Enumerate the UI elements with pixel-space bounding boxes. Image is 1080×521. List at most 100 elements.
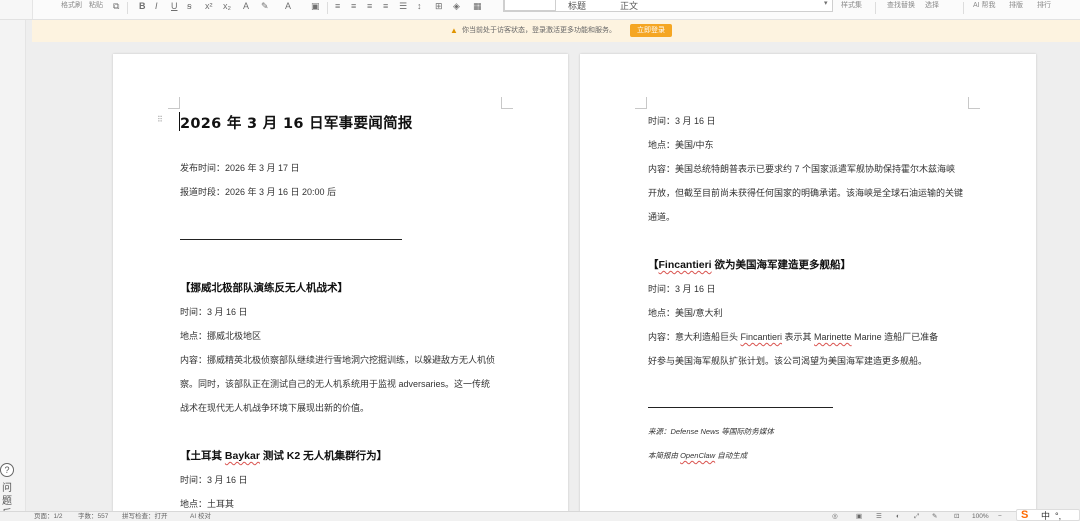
underline-icon[interactable]: U [171, 0, 178, 12]
section-content-line[interactable]: 内容：意大利造船巨头 Fincantieri 表示其 Marinette Mar… [648, 331, 938, 343]
subscript-icon[interactable]: x₂ [223, 0, 231, 12]
document-page-2[interactable]: 时间：3 月 16 日 地点：美国/中东 内容：美国总统特朗普表示已要求约 7 … [580, 54, 1036, 514]
document-page-1[interactable]: ⠿ 2026 年 3 月 16 日军事要闻简报 发布时间：2026 年 3 月 … [113, 54, 568, 514]
char-shading-icon[interactable]: ▣ [311, 0, 320, 12]
section-place[interactable]: 地点：美国/意大利 [648, 307, 723, 319]
eye-icon[interactable]: ◎ [832, 512, 838, 521]
guest-notice-bar: ▲ 你当前处于访客状态，登录激活更多功能和服务。 立即登录 [32, 20, 1080, 42]
ribbon-separator [875, 2, 876, 14]
section-content-line[interactable]: 通道。 [648, 211, 675, 223]
section-heading[interactable]: 【土耳其 Baykar 测试 K2 无人机集群行为】 [180, 450, 387, 463]
publish-time[interactable]: 发布时间：2026 年 3 月 17 日 [180, 162, 300, 174]
ai-assistant-button[interactable]: AI 帮我 [973, 1, 996, 11]
sort-button[interactable]: 排行 [1037, 1, 1051, 11]
section-time[interactable]: 时间：3 月 16 日 [648, 115, 716, 127]
shading-icon[interactable]: ◈ [453, 0, 460, 12]
bold-icon[interactable]: B [139, 0, 146, 12]
section-content-line[interactable]: 战术在现代无人机战争环境下展现出新的价值。 [180, 402, 369, 414]
distributed-icon[interactable]: ☰ [399, 0, 407, 12]
style-heading-preview[interactable]: 标题 [568, 0, 586, 12]
brand-name: Baykar [224, 450, 260, 462]
full-screen-icon[interactable]: ⤢ [914, 512, 919, 521]
section-time[interactable]: 时间：3 月 16 日 [648, 283, 716, 295]
pen-icon[interactable]: ✎ [932, 512, 937, 521]
zoom-level[interactable]: 100% [972, 512, 989, 521]
chevron-down-icon[interactable]: ▾ [824, 0, 828, 10]
paste-button[interactable]: 粘贴 [89, 1, 103, 11]
align-center-icon[interactable]: ≡ [351, 0, 356, 12]
margin-corner-mark [168, 97, 180, 109]
sogou-logo-icon: S [1021, 509, 1029, 521]
section-heading[interactable]: 【挪威北极部队演练反无人机战术】 [180, 282, 348, 295]
font-color-icon[interactable]: A [285, 0, 291, 12]
text-effect-icon[interactable]: A [243, 0, 249, 12]
format-painter-button[interactable]: 格式刷 [61, 1, 82, 11]
brand-name: OpenClaw [680, 451, 716, 460]
content-text: 表示其 [782, 332, 815, 342]
heading-text: 欲为美国海军建造更多舰船】 [711, 259, 852, 271]
ribbon-inner: 格式刷 粘贴 ⧉ B I U ꞩ x² x₂ A ✎ A ▣ ≡ ≡ ≡ ≡ ☰… [32, 0, 1080, 19]
zoom-out-icon[interactable]: − [998, 512, 1002, 521]
style-gallery[interactable]: 标题 正文 ▾ [503, 0, 833, 12]
help-icon[interactable]: ? [0, 463, 14, 477]
italic-icon[interactable]: I [155, 0, 158, 12]
ribbon-toolbar: 格式刷 粘贴 ⧉ B I U ꞩ x² x₂ A ✎ A ▣ ≡ ≡ ≡ ≡ ☰… [0, 0, 1080, 20]
status-bar: 页面：1/2 字数：557 拼写检查：打开 AI 校对 ◎ ▣ ☰ ◐ ⤢ ✎ … [0, 511, 1080, 521]
table-icon[interactable]: ⊞ [435, 0, 443, 12]
heading-text: 【土耳其 [180, 450, 225, 462]
ime-punctuation[interactable]: °, [1055, 510, 1061, 521]
select-button[interactable]: 选择 [925, 1, 939, 11]
document-title[interactable]: 2026 年 3 月 16 日军事要闻简报 [180, 112, 413, 133]
web-view-icon[interactable]: ◐ [896, 512, 900, 521]
clipboard-icon[interactable]: ⧉ [113, 0, 119, 12]
section-content-line[interactable]: 好参与美国海军舰队扩张计划。该公司渴望为美国海军建造更多舰船。 [648, 355, 927, 367]
section-content-line[interactable]: 察。同时，该部队正在测试自己的无人机系统用于监视 adversaries。这一传… [180, 378, 490, 390]
drag-handle-icon[interactable]: ⠿ [157, 116, 163, 124]
ime-language[interactable]: 中 [1041, 510, 1050, 521]
section-time[interactable]: 时间：3 月 16 日 [180, 474, 248, 486]
line-spacing-icon[interactable]: ↕ [417, 0, 422, 12]
login-button[interactable]: 立即登录 [630, 24, 672, 37]
highlight-icon[interactable]: ✎ [261, 0, 269, 12]
section-content-line[interactable]: 开放，但截至目前尚未获得任何国家的明确承诺。该海峡是全球石油运输的关键 [648, 187, 963, 199]
note-text: 本简报由 [648, 451, 681, 460]
ime-indicator[interactable]: S 中 °, [1016, 509, 1080, 521]
find-replace-button[interactable]: 查找替换 [887, 1, 915, 11]
page-indicator[interactable]: 页面：1/2 [34, 512, 63, 521]
section-heading[interactable]: 【Fincantieri 欲为美国海军建造更多舰船】 [648, 259, 851, 272]
word-count[interactable]: 字数：557 [78, 512, 108, 521]
superscript-icon[interactable]: x² [205, 0, 213, 12]
margin-corner-mark [635, 97, 647, 109]
section-content-line[interactable]: 内容：挪威精英北极侦察部队继续进行雪地洞穴挖掘训练，以躲避敌方无人机侦 [180, 354, 495, 366]
ribbon-separator [327, 2, 328, 14]
section-place[interactable]: 地点：土耳其 [180, 498, 234, 510]
heading-text: 【 [648, 259, 659, 271]
horizontal-rule [180, 239, 402, 240]
align-right-icon[interactable]: ≡ [367, 0, 372, 12]
content-text: Marine 造船厂已准备 [851, 332, 939, 342]
spellcheck-toggle[interactable]: 拼写检查：打开 [122, 512, 168, 521]
brand-name: Fincantieri [658, 259, 712, 271]
strikethrough-icon[interactable]: ꞩ [187, 0, 192, 12]
notice-text: 你当前处于访客状态，登录激活更多功能和服务。 [462, 27, 616, 34]
justify-icon[interactable]: ≡ [383, 0, 388, 12]
section-content-line[interactable]: 内容：美国总统特朗普表示已要求约 7 个国家派遣军舰协助保持霍尔木兹海峡 [648, 163, 955, 175]
fit-icon[interactable]: ⊡ [954, 512, 959, 521]
style-body-preview[interactable]: 正文 [620, 0, 638, 12]
layout-button[interactable]: 排版 [1009, 1, 1023, 11]
ai-proofread-toggle[interactable]: AI 校对 [190, 512, 211, 521]
border-icon[interactable]: ▦ [473, 0, 482, 12]
section-place[interactable]: 地点：美国/中东 [648, 139, 714, 151]
report-period[interactable]: 报道时段：2026 年 3 月 16 日 20:00 后 [180, 186, 336, 198]
generated-note[interactable]: 本简报由 OpenClaw 自动生成 [648, 450, 747, 462]
source-note[interactable]: 来源：Defense News 等国际防务媒体 [648, 426, 774, 438]
page-view-icon[interactable]: ▣ [856, 512, 862, 521]
styles-set-button[interactable]: 样式集 [841, 1, 862, 11]
content-text: 内容：意大利造船巨头 [648, 332, 741, 342]
section-place[interactable]: 地点：挪威北极地区 [180, 330, 261, 342]
ribbon-separator [963, 2, 964, 14]
align-left-icon[interactable]: ≡ [335, 0, 340, 12]
section-time[interactable]: 时间：3 月 16 日 [180, 306, 248, 318]
style-body-swatch[interactable] [504, 0, 556, 11]
outline-view-icon[interactable]: ☰ [876, 512, 882, 521]
